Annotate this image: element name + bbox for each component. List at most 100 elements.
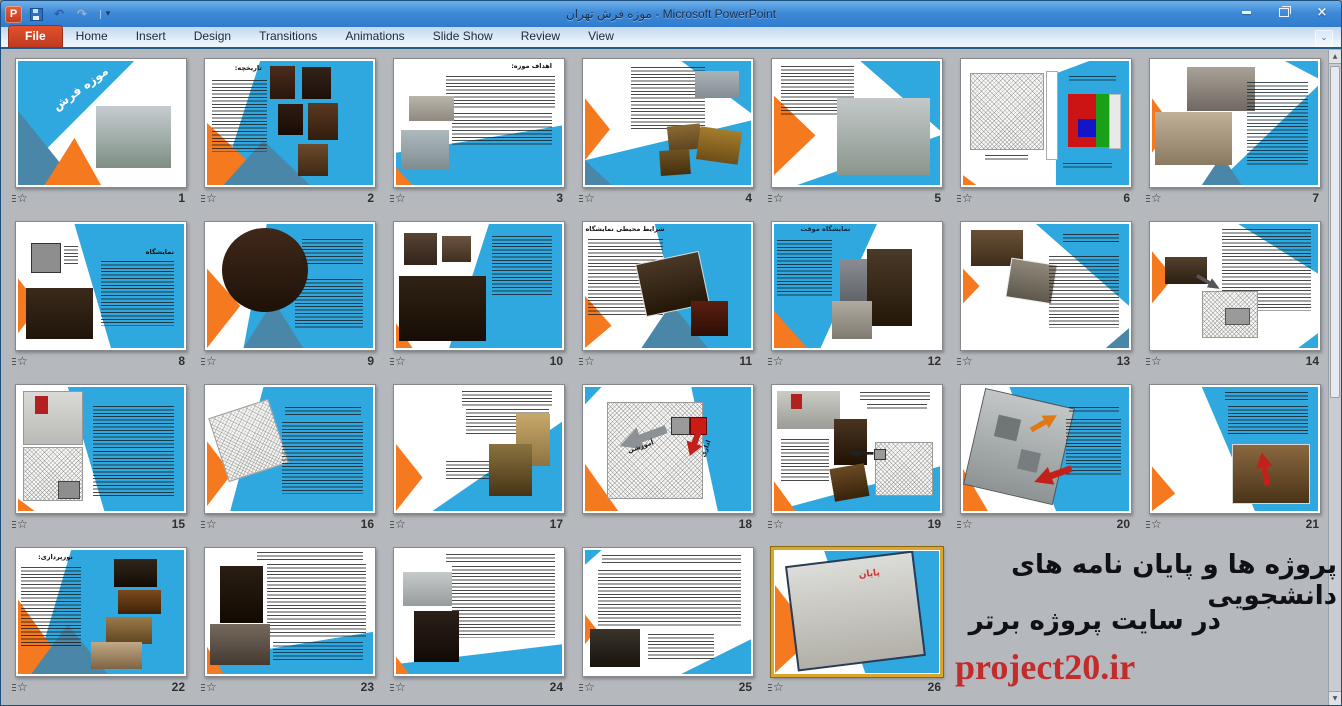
transition-star-icon[interactable]: ☆ <box>17 681 28 693</box>
slide-text-block <box>1066 419 1121 476</box>
slide-photo <box>403 572 453 605</box>
transition-star-icon[interactable]: ☆ <box>395 681 406 693</box>
transition-star-icon[interactable]: ☆ <box>773 681 784 693</box>
tab-transitions[interactable]: Transitions <box>245 26 331 47</box>
slide-number: 17 <box>550 518 563 530</box>
transition-star-icon[interactable]: ☆ <box>584 355 595 367</box>
slide-thumbnail-15[interactable] <box>15 384 187 514</box>
slide-meta-row: ☆ 20 <box>960 517 1132 531</box>
transition-star-icon[interactable]: ☆ <box>395 355 406 367</box>
slide-thumbnail-2[interactable]: تاریخچه: <box>204 58 376 188</box>
transition-star-icon[interactable]: ☆ <box>773 192 784 204</box>
slide-photo <box>867 249 912 326</box>
transition-star-icon[interactable]: ☆ <box>206 192 217 204</box>
slide-meta-row: 18 <box>582 517 754 531</box>
slide-meta-row: ☆22 <box>15 680 187 694</box>
slide-thumbnail-11[interactable]: شرایط محیطی نمایشگاه <box>582 221 754 351</box>
slide-thumbnail-1[interactable]: موزه فرش <box>15 58 187 188</box>
slide-title: نورپردازی: <box>23 554 73 564</box>
slide-photo <box>26 288 92 339</box>
transition-star-icon[interactable]: ☆ <box>1151 518 1162 530</box>
vertical-scrollbar[interactable]: ▲ ▼ <box>1328 50 1341 705</box>
slide-text-block <box>273 642 363 662</box>
transition-star-icon[interactable]: ☆ <box>584 681 595 693</box>
slide-thumbnail-18[interactable]: آموزشیاداری <box>582 384 754 514</box>
slide-thumbnail-8[interactable]: نمایشگاه <box>15 221 187 351</box>
transition-star-icon[interactable]: ☆ <box>962 518 973 530</box>
slide-thumbnail-12[interactable]: نمایشگاه موقت <box>771 221 943 351</box>
transition-star-icon[interactable]: ☆ <box>206 681 217 693</box>
transition-star-icon[interactable]: ☆ <box>17 355 28 367</box>
slide-photo <box>1187 67 1255 110</box>
slide-thumbnail-22[interactable]: نورپردازی: <box>15 547 187 677</box>
slide-thumbnail-26[interactable]: پایان <box>771 547 943 677</box>
tab-view[interactable]: View <box>574 26 628 47</box>
slide-thumbnail-4[interactable] <box>582 58 754 188</box>
slide-thumbnail-13[interactable] <box>960 221 1132 351</box>
slide-canvas <box>396 224 562 348</box>
tab-design[interactable]: Design <box>180 26 245 47</box>
slide-number: 12 <box>928 355 941 367</box>
transition-star-icon[interactable]: ☆ <box>17 518 28 530</box>
collapse-ribbon-icon[interactable]: ⌄ <box>1315 30 1333 47</box>
slide-meta-row: ☆19 <box>771 517 943 531</box>
minimize-button[interactable] <box>1233 4 1259 21</box>
slide-meta-row: ☆6 <box>960 191 1132 205</box>
transition-star-icon[interactable]: ☆ <box>584 192 595 204</box>
slide-text-block <box>1069 76 1115 83</box>
slide-thumbnail-5[interactable] <box>771 58 943 188</box>
slide-meta-row: ☆ 12 <box>771 354 943 368</box>
slide-photo <box>691 301 728 336</box>
close-button[interactable]: × <box>1309 4 1335 21</box>
transition-star-icon[interactable]: ☆ <box>395 192 406 204</box>
transition-star-icon[interactable]: ☆ <box>962 355 973 367</box>
slide-number: 20 <box>1117 518 1130 530</box>
transition-star-icon[interactable]: ☆ <box>962 192 973 204</box>
slide-thumbnail-24[interactable] <box>393 547 565 677</box>
tab-file[interactable]: File <box>9 26 62 47</box>
transition-star-icon[interactable]: ☆ <box>395 518 406 530</box>
tab-slide-show[interactable]: Slide Show <box>419 26 507 47</box>
transition-star-icon[interactable]: ☆ <box>1151 192 1162 204</box>
transition-star-icon[interactable]: ☆ <box>206 355 217 367</box>
slide-meta-row: ☆26 <box>771 680 943 694</box>
slide-photo <box>659 149 691 176</box>
slide-title: اهداف موزه: <box>492 63 552 73</box>
title-separator: - <box>655 7 659 21</box>
slide-thumbnail-7[interactable] <box>1149 58 1321 188</box>
slide-thumbnail-3[interactable]: اهداف موزه: <box>393 58 565 188</box>
restore-button[interactable] <box>1271 4 1297 21</box>
tab-review[interactable]: Review <box>507 26 574 47</box>
scroll-down-icon[interactable]: ▼ <box>1329 691 1341 705</box>
transition-star-icon[interactable]: ☆ <box>773 355 784 367</box>
tab-animations[interactable]: Animations <box>331 26 418 47</box>
transition-star-icon[interactable]: ☆ <box>206 518 217 530</box>
slide-meta-row: ☆9 <box>204 354 376 368</box>
slide-thumbnail-20[interactable] <box>960 384 1132 514</box>
slide-photo <box>58 481 80 499</box>
scroll-up-icon[interactable]: ▲ <box>1329 50 1341 64</box>
slide-meta-row: ☆15 <box>15 517 187 531</box>
slide-meta-row: ☆ 17 <box>393 517 565 531</box>
slide-thumbnail-25[interactable] <box>582 547 754 677</box>
slide-thumbnail-17[interactable] <box>393 384 565 514</box>
slide-thumbnail-21[interactable] <box>1149 384 1321 514</box>
slide-thumbnail-19[interactable] <box>771 384 943 514</box>
slide-thumbnail-6[interactable] <box>960 58 1132 188</box>
transition-star-icon[interactable]: ☆ <box>773 518 784 530</box>
transition-star-icon[interactable]: ☆ <box>17 192 28 204</box>
scrollbar-thumb[interactable] <box>1330 66 1340 398</box>
slide-thumbnail-10[interactable] <box>393 221 565 351</box>
slide-photo <box>35 396 48 415</box>
slide-thumbnail-23[interactable] <box>204 547 376 677</box>
tab-home[interactable]: Home <box>62 26 122 47</box>
slide-thumbnail-9[interactable] <box>204 221 376 351</box>
transition-star-icon[interactable]: ☆ <box>1151 355 1162 367</box>
slide-canvas <box>774 387 940 511</box>
slide-thumbnail-16[interactable] <box>204 384 376 514</box>
slide-thumbnail-14[interactable] <box>1149 221 1321 351</box>
tab-insert[interactable]: Insert <box>122 26 180 47</box>
slide-text-block <box>295 279 363 329</box>
slide-meta-row: ☆10 <box>393 354 565 368</box>
slide-title: نمایشگاه موقت <box>784 226 850 236</box>
